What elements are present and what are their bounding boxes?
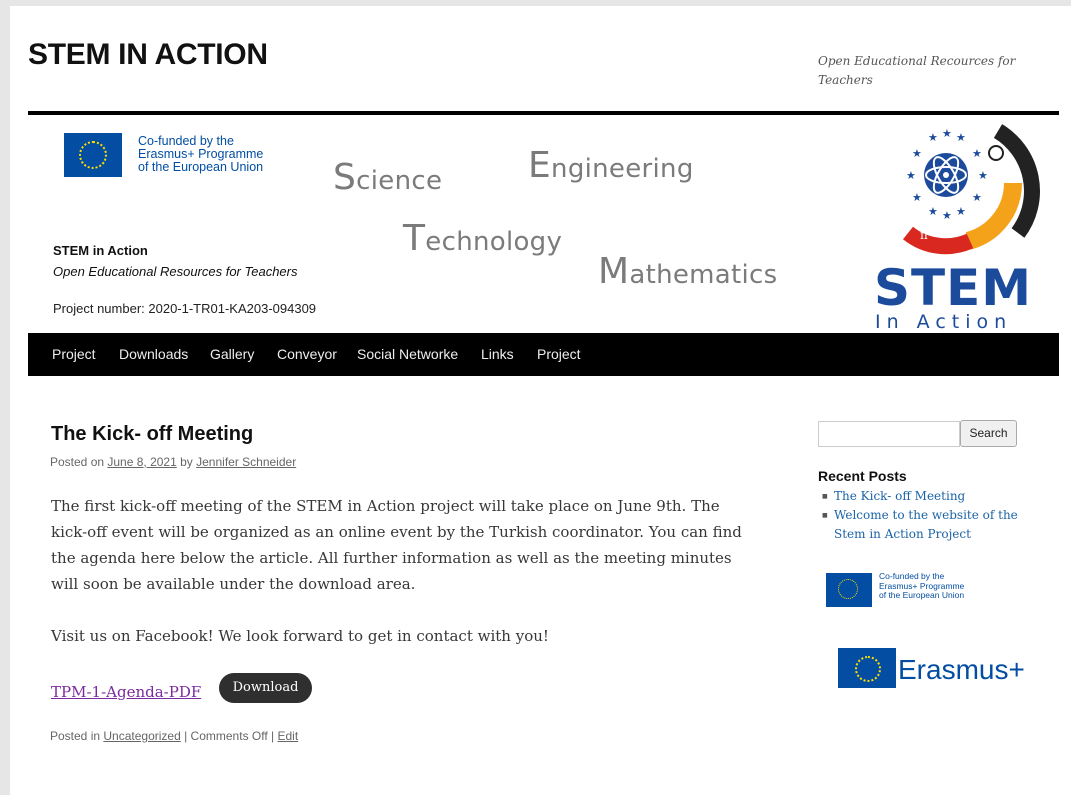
main-nav: Project Downloads Gallery Conveyor Socia… [28,333,1059,376]
banner-word-engineering: Engineering [528,145,694,186]
banner-word-technology: Technology [403,218,563,259]
post-content: The first kick-off meeting of the STEM i… [51,493,746,675]
recent-posts-list: The Kick- off Meeting Welcome to the web… [818,487,1028,544]
nav-item-downloads[interactable]: Downloads [119,346,188,362]
banner-project-title: STEM in Action [53,243,148,258]
svg-text:π: π [920,228,928,242]
recent-posts-title: Recent Posts [818,468,907,484]
post-paragraph: Visit us on Facebook! We look forward to… [51,627,549,645]
svg-text:★: ★ [978,169,988,182]
stem-logo-text: STEM [874,259,1033,317]
eu-flag-icon [826,573,872,607]
nav-item-project[interactable]: Project [52,346,96,362]
nav-item-project-2[interactable]: Project [537,346,581,362]
post-title[interactable]: The Kick- off Meeting [51,423,253,446]
sidebar-eu-cofunded-logo: Co-funded by the Erasmus+ Programme of t… [826,569,996,609]
list-item: The Kick- off Meeting [818,487,1028,506]
banner-word-mathematics: Mathematics [598,251,778,292]
svg-text:★: ★ [956,131,966,144]
recent-post-link[interactable]: The Kick- off Meeting [834,489,965,503]
recent-post-link[interactable]: Welcome to the website of the Stem in Ac… [834,508,1018,541]
post-author-link[interactable]: Jennifer Schneider [196,455,296,469]
nav-item-gallery[interactable]: Gallery [210,346,254,362]
svg-text:★: ★ [972,191,982,204]
search-button[interactable]: Search [960,420,1017,447]
eu-flag-icon [64,133,122,177]
post-paragraph: The first kick-off meeting of the STEM i… [51,497,742,593]
svg-text:★: ★ [928,205,938,218]
erasmus-plus-logo: Erasmus+ [830,646,1040,692]
svg-text:★: ★ [972,147,982,160]
post-footer: Posted in Uncategorized | Comments Off |… [50,729,299,743]
eu-cofunded-text: Co-funded by the Erasmus+ Programme of t… [138,134,264,174]
nav-item-conveyor[interactable]: Conveyor [277,346,337,362]
edit-link[interactable]: Edit [277,729,298,743]
site-description: Open Educational Recources for Teachers [818,54,1016,87]
download-button[interactable]: Download [219,673,312,703]
banner-word-science: Science [333,157,443,198]
search-input[interactable] [818,421,960,447]
banner-project-subtitle: Open Educational Resources for Teachers [53,264,298,279]
eu-flag-icon [838,648,896,688]
category-link[interactable]: Uncategorized [103,729,180,743]
header-banner[interactable]: Co-funded by the Erasmus+ Programme of t… [28,115,1059,333]
stem-logo-subtext: In Action [875,311,1013,333]
nav-item-social-networke[interactable]: Social Networke [357,346,458,362]
eu-cofunded-text: Co-funded by the Erasmus+ Programme of t… [879,571,965,600]
svg-text:★: ★ [912,191,922,204]
site-title[interactable]: STEM IN ACTION [28,38,268,72]
banner-project-number: Project number: 2020-1-TR01-KA203-094309 [53,301,317,316]
erasmus-plus-text: Erasmus+ [898,654,1025,685]
svg-text:★: ★ [906,169,916,182]
svg-text:★: ★ [942,209,952,222]
list-item: Welcome to the website of the Stem in Ac… [818,506,1028,544]
svg-text:★: ★ [912,147,922,160]
svg-text:★: ★ [956,205,966,218]
svg-text:★: ★ [942,127,952,140]
nav-item-links[interactable]: Links [481,346,514,362]
post-meta: Posted on June 8, 2021 by Jennifer Schne… [50,455,297,469]
agenda-pdf-link[interactable]: TPM-1-Agenda-PDF [51,683,201,701]
post-date-link[interactable]: June 8, 2021 [107,455,176,469]
svg-text:★: ★ [928,131,938,144]
